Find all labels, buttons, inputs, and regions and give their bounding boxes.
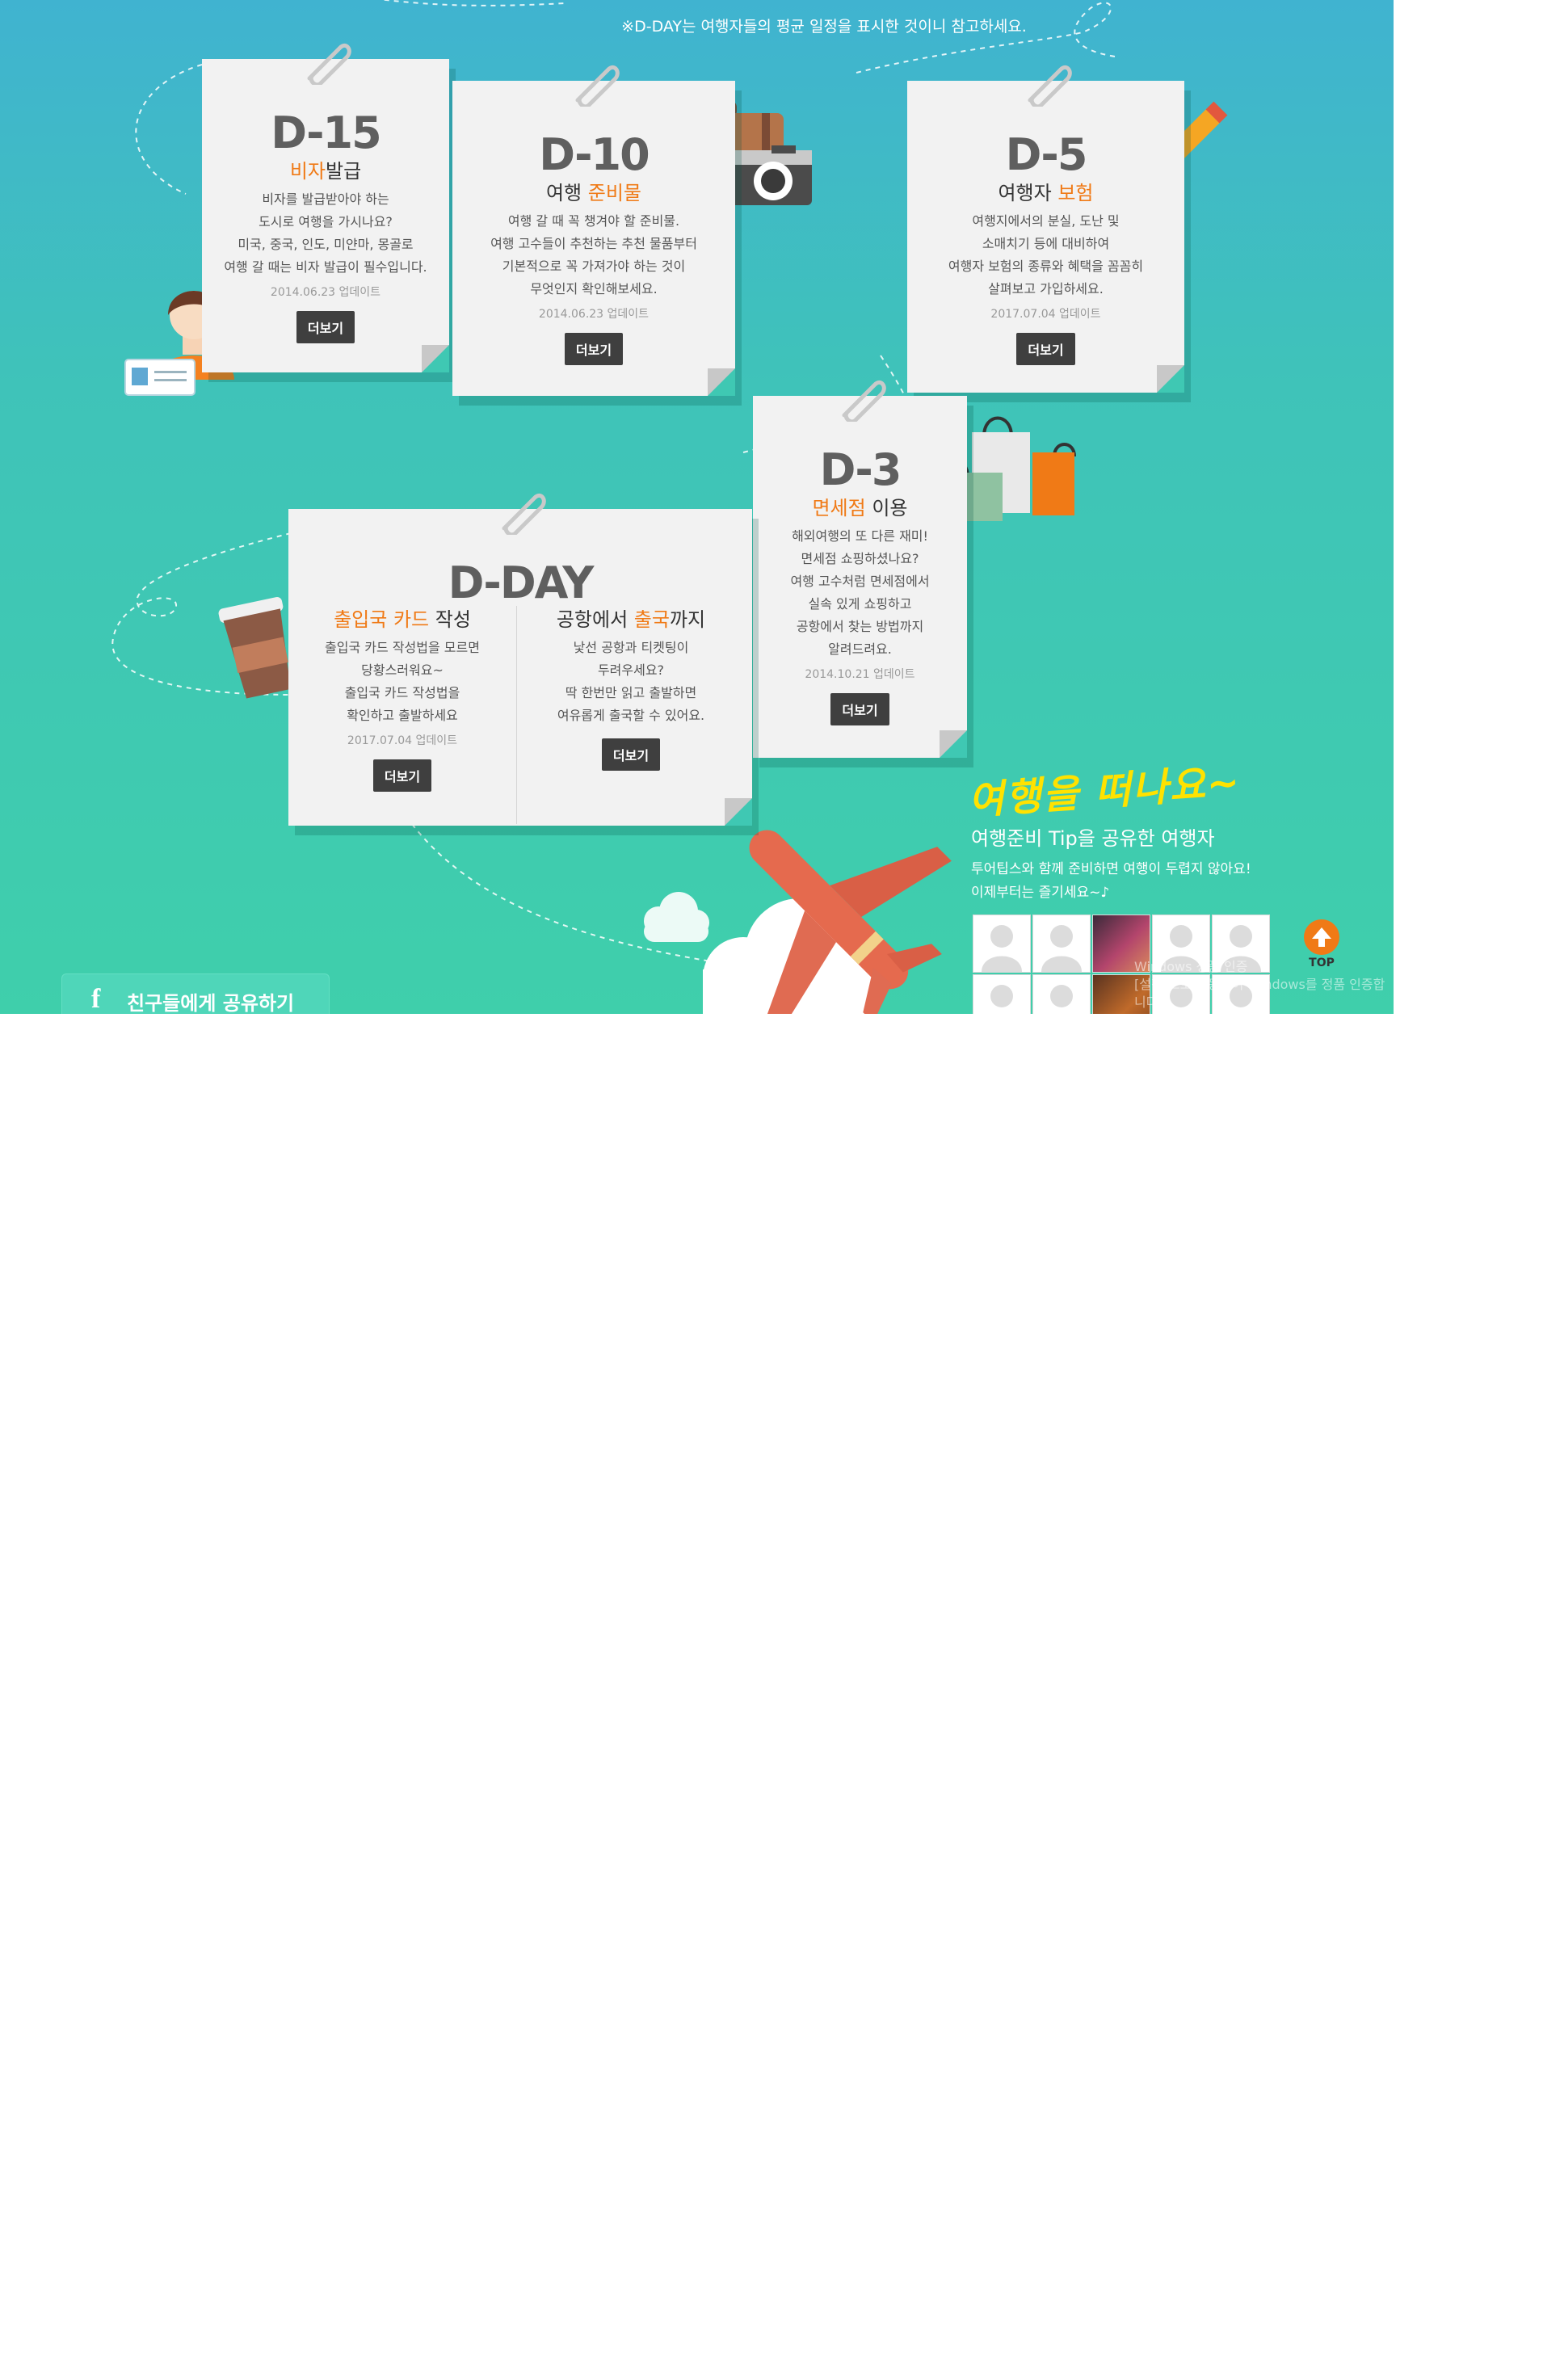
card-label: D-10	[539, 129, 650, 180]
card-title: 여행자 보험	[998, 182, 1094, 204]
dday-left-column: 출입국 카드 작성 출입국 카드 작성법을 모르면 당황스러워요~ 출입국 카드 작…	[288, 606, 516, 792]
card-dday: D-DAY 출입국 카드 작성 출입국 카드 작성법을 모르면 당황스러워요~ 출입…	[288, 493, 752, 826]
cloud-icon	[644, 892, 709, 942]
more-button-d10[interactable]: 더보기	[564, 333, 624, 365]
traveler-avatar[interactable]	[1032, 915, 1091, 973]
default-profile-icon	[1041, 925, 1082, 972]
card-title: 비자발급	[289, 160, 362, 183]
page-curl	[708, 368, 735, 396]
paperclip-icon	[502, 493, 546, 535]
paperclip-icon	[575, 65, 620, 107]
paperclip-icon	[842, 380, 886, 422]
paperclip-icon	[307, 43, 351, 85]
card-description: 해외여행의 또 다른 재미! 면세점 쇼핑하셨나요? 여행 고수처럼 면세점에서 실속…	[790, 528, 930, 657]
card-title: 공항에서 출국까지	[556, 608, 706, 631]
card-label: D-3	[819, 444, 902, 495]
more-button-d3[interactable]: 더보기	[830, 693, 889, 725]
card-updated-date: 2017.07.04 업데이트	[347, 734, 458, 747]
more-button-departure[interactable]: 더보기	[601, 738, 661, 771]
id-card-icon	[124, 359, 196, 396]
card-updated-date: 2014.10.21 업데이트	[805, 668, 915, 681]
more-button-d5[interactable]: 더보기	[1016, 333, 1075, 365]
card-description: 출입국 카드 작성법을 모르면 당황스러워요~ 출입국 카드 작성법을 확인하고 출발…	[325, 640, 480, 723]
card-title: 출입국 카드 작성	[334, 608, 471, 631]
card-description: 비자를 발급받아야 하는 도시로 여행을 가시나요? 미국, 중국, 인도, 미얀마…	[224, 191, 427, 275]
share-label: 친구들에게 공유하기	[127, 992, 295, 1014]
dday-scene: ※D-DAY는 여행자들의 평균 일정을 표시한 것이니 참고하세요. D-15…	[0, 0, 1394, 1014]
card-label: D-DAY	[448, 557, 595, 608]
page-curl	[725, 798, 752, 826]
card-updated-date: 2017.07.04 업데이트	[990, 308, 1101, 321]
card-updated-date: 2014.06.23 업데이트	[270, 286, 381, 299]
facebook-icon: f	[91, 984, 101, 1014]
card-d3: D-3 면세점 이용 해외여행의 또 다른 재미! 면세점 쇼핑하셨나요? 여행 고…	[753, 380, 967, 758]
page-curl	[1157, 365, 1184, 393]
dday-right-column: 공항에서 출국까지 낯선 공항과 티켓팅이 두려우세요? 딱 한번만 읽고 출발하면…	[517, 606, 745, 771]
traveler-avatar[interactable]	[973, 915, 1031, 973]
paperclip-icon	[1028, 65, 1072, 107]
travelers-subtitle: 여행준비 Tip을 공유한 여행자	[971, 827, 1215, 850]
default-profile-icon	[990, 985, 1013, 1007]
arrow-up-icon	[1304, 919, 1339, 955]
card-title: 면세점 이용	[812, 497, 908, 519]
card-title: 여행 준비물	[545, 182, 642, 204]
page-curl	[422, 345, 449, 372]
traveler-avatar[interactable]	[1032, 974, 1091, 1014]
traveler-avatar[interactable]	[973, 974, 1031, 1014]
more-button-d15[interactable]: 더보기	[296, 311, 355, 343]
facebook-share-button[interactable]: f 친구들에게 공유하기	[61, 973, 330, 1014]
card-label: D-5	[1005, 129, 1088, 180]
card-description: 여행지에서의 분실, 도난 및 소매치기 등에 대비하여 여행자 보험의 종류와 혜…	[948, 213, 1144, 296]
dday-notice: ※D-DAY는 여행자들의 평균 일정을 표시한 것이니 참고하세요.	[621, 18, 1027, 36]
card-label: D-15	[271, 107, 381, 158]
card-description: 여행 갈 때 꼭 챙겨야 할 준비물. 여행 고수들이 추천하는 추천 물품부터 기…	[490, 213, 697, 296]
card-updated-date: 2014.06.23 업데이트	[538, 308, 650, 321]
more-button-arrival-card[interactable]: 더보기	[372, 759, 432, 792]
default-profile-icon	[1050, 985, 1073, 1007]
default-profile-icon	[982, 925, 1022, 972]
page-curl	[940, 730, 967, 758]
card-d15: D-15 비자발급 비자를 발급받아야 하는 도시로 여행을 가시나요? 미국, 중…	[202, 43, 449, 372]
card-d10: D-10 여행 준비물 여행 갈 때 꼭 챙겨야 할 준비물. 여행 고수들이 추…	[452, 65, 735, 396]
travelers-description: 투어팁스와 함께 준비하면 여행이 두렵지 않아요! 이제부터는 즐기세요~♪	[971, 861, 1251, 901]
card-description: 낯선 공항과 티켓팅이 두려우세요? 딱 한번만 읽고 출발하면 여유롭게 출국할 수…	[557, 640, 705, 723]
activation-watermark: Windows 정품 인증 [설정]으로 이동하여 Windows를 정품 인증합…	[1134, 959, 1385, 1010]
card-d5: D-5 여행자 보험 여행지에서의 분실, 도난 및 소매치기 등에 대비하여 여행…	[907, 65, 1184, 393]
